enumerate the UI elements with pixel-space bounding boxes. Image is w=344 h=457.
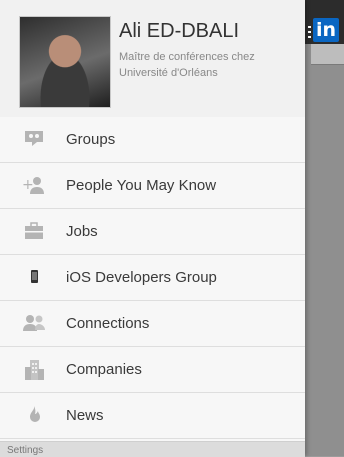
building-icon — [22, 359, 46, 380]
briefcase-icon — [22, 221, 46, 241]
add-person-icon: + — [22, 175, 46, 195]
menu-item-ios-developers-group[interactable]: iOS Developers Group — [0, 255, 305, 301]
avatar[interactable] — [19, 16, 111, 108]
feed-card-peek[interactable] — [311, 44, 344, 65]
menu-item-jobs[interactable]: Jobs — [0, 209, 305, 255]
drawer-menu: Groups + People You May Know Jobs iOS De… — [0, 117, 305, 439]
flame-icon — [22, 405, 46, 425]
profile-name: Ali ED-DBALI — [119, 20, 240, 42]
menu-item-label: Groups — [66, 131, 116, 148]
linkedin-logo-icon[interactable]: in — [313, 18, 339, 42]
connections-icon — [22, 313, 46, 333]
menu-item-label: News — [66, 407, 104, 424]
menu-item-label: People You May Know — [66, 177, 217, 194]
menu-item-label: Jobs — [66, 223, 98, 240]
profile-headline: Maître de conférences chez Université d'… — [119, 51, 255, 79]
menu-item-label: iOS Developers Group — [66, 269, 217, 286]
profile-header[interactable]: Ali ED-DBALI Maître de conférences chez … — [0, 0, 305, 118]
menu-item-news[interactable]: News — [0, 393, 305, 439]
settings-label: Settings — [7, 445, 44, 456]
phone-icon — [22, 267, 46, 287]
groups-icon — [22, 129, 46, 149]
underlying-app[interactable] — [305, 0, 344, 456]
menu-item-label: Companies — [66, 361, 142, 378]
menu-icon[interactable] — [308, 26, 311, 38]
side-drawer: Ali ED-DBALI Maître de conférences chez … — [0, 0, 305, 457]
menu-item-groups[interactable]: Groups — [0, 117, 305, 163]
menu-item-connections[interactable]: Connections — [0, 301, 305, 347]
menu-item-people-you-may-know[interactable]: + People You May Know — [0, 163, 305, 209]
settings-section-header[interactable]: Settings — [0, 441, 305, 457]
menu-item-companies[interactable]: Companies — [0, 347, 305, 393]
menu-item-label: Connections — [66, 315, 150, 332]
